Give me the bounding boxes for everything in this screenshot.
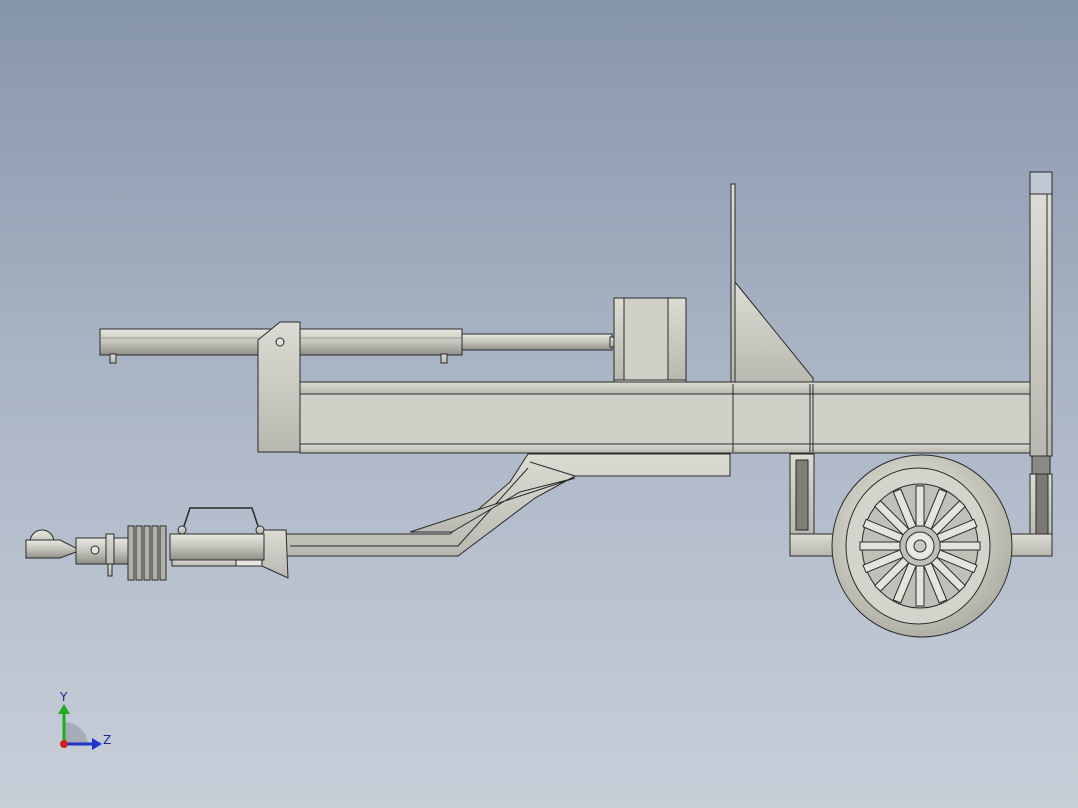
y-axis-label: Y bbox=[59, 690, 68, 704]
pusher-block bbox=[613, 297, 687, 393]
drawbar bbox=[261, 453, 731, 579]
hydraulic-cylinder bbox=[99, 328, 617, 364]
tow-ball bbox=[25, 529, 77, 559]
coordinate-triad: Y Z bbox=[58, 690, 111, 750]
bellows-boot bbox=[127, 525, 167, 581]
log-splitter-trailer-model: Y Z bbox=[25, 171, 1053, 750]
main-beam bbox=[299, 381, 1031, 454]
rear-upright bbox=[1029, 171, 1053, 545]
hitch-coupler bbox=[75, 507, 265, 577]
y-axis-arrow bbox=[58, 704, 70, 714]
x-axis-dot bbox=[60, 740, 68, 748]
wheel bbox=[831, 454, 1013, 638]
z-axis-arrow bbox=[92, 738, 102, 750]
cad-viewport[interactable]: Y Z bbox=[0, 0, 1078, 808]
z-axis-label: Z bbox=[103, 733, 111, 747]
wedge-gusset bbox=[734, 280, 814, 385]
wedge-plate bbox=[730, 183, 736, 385]
